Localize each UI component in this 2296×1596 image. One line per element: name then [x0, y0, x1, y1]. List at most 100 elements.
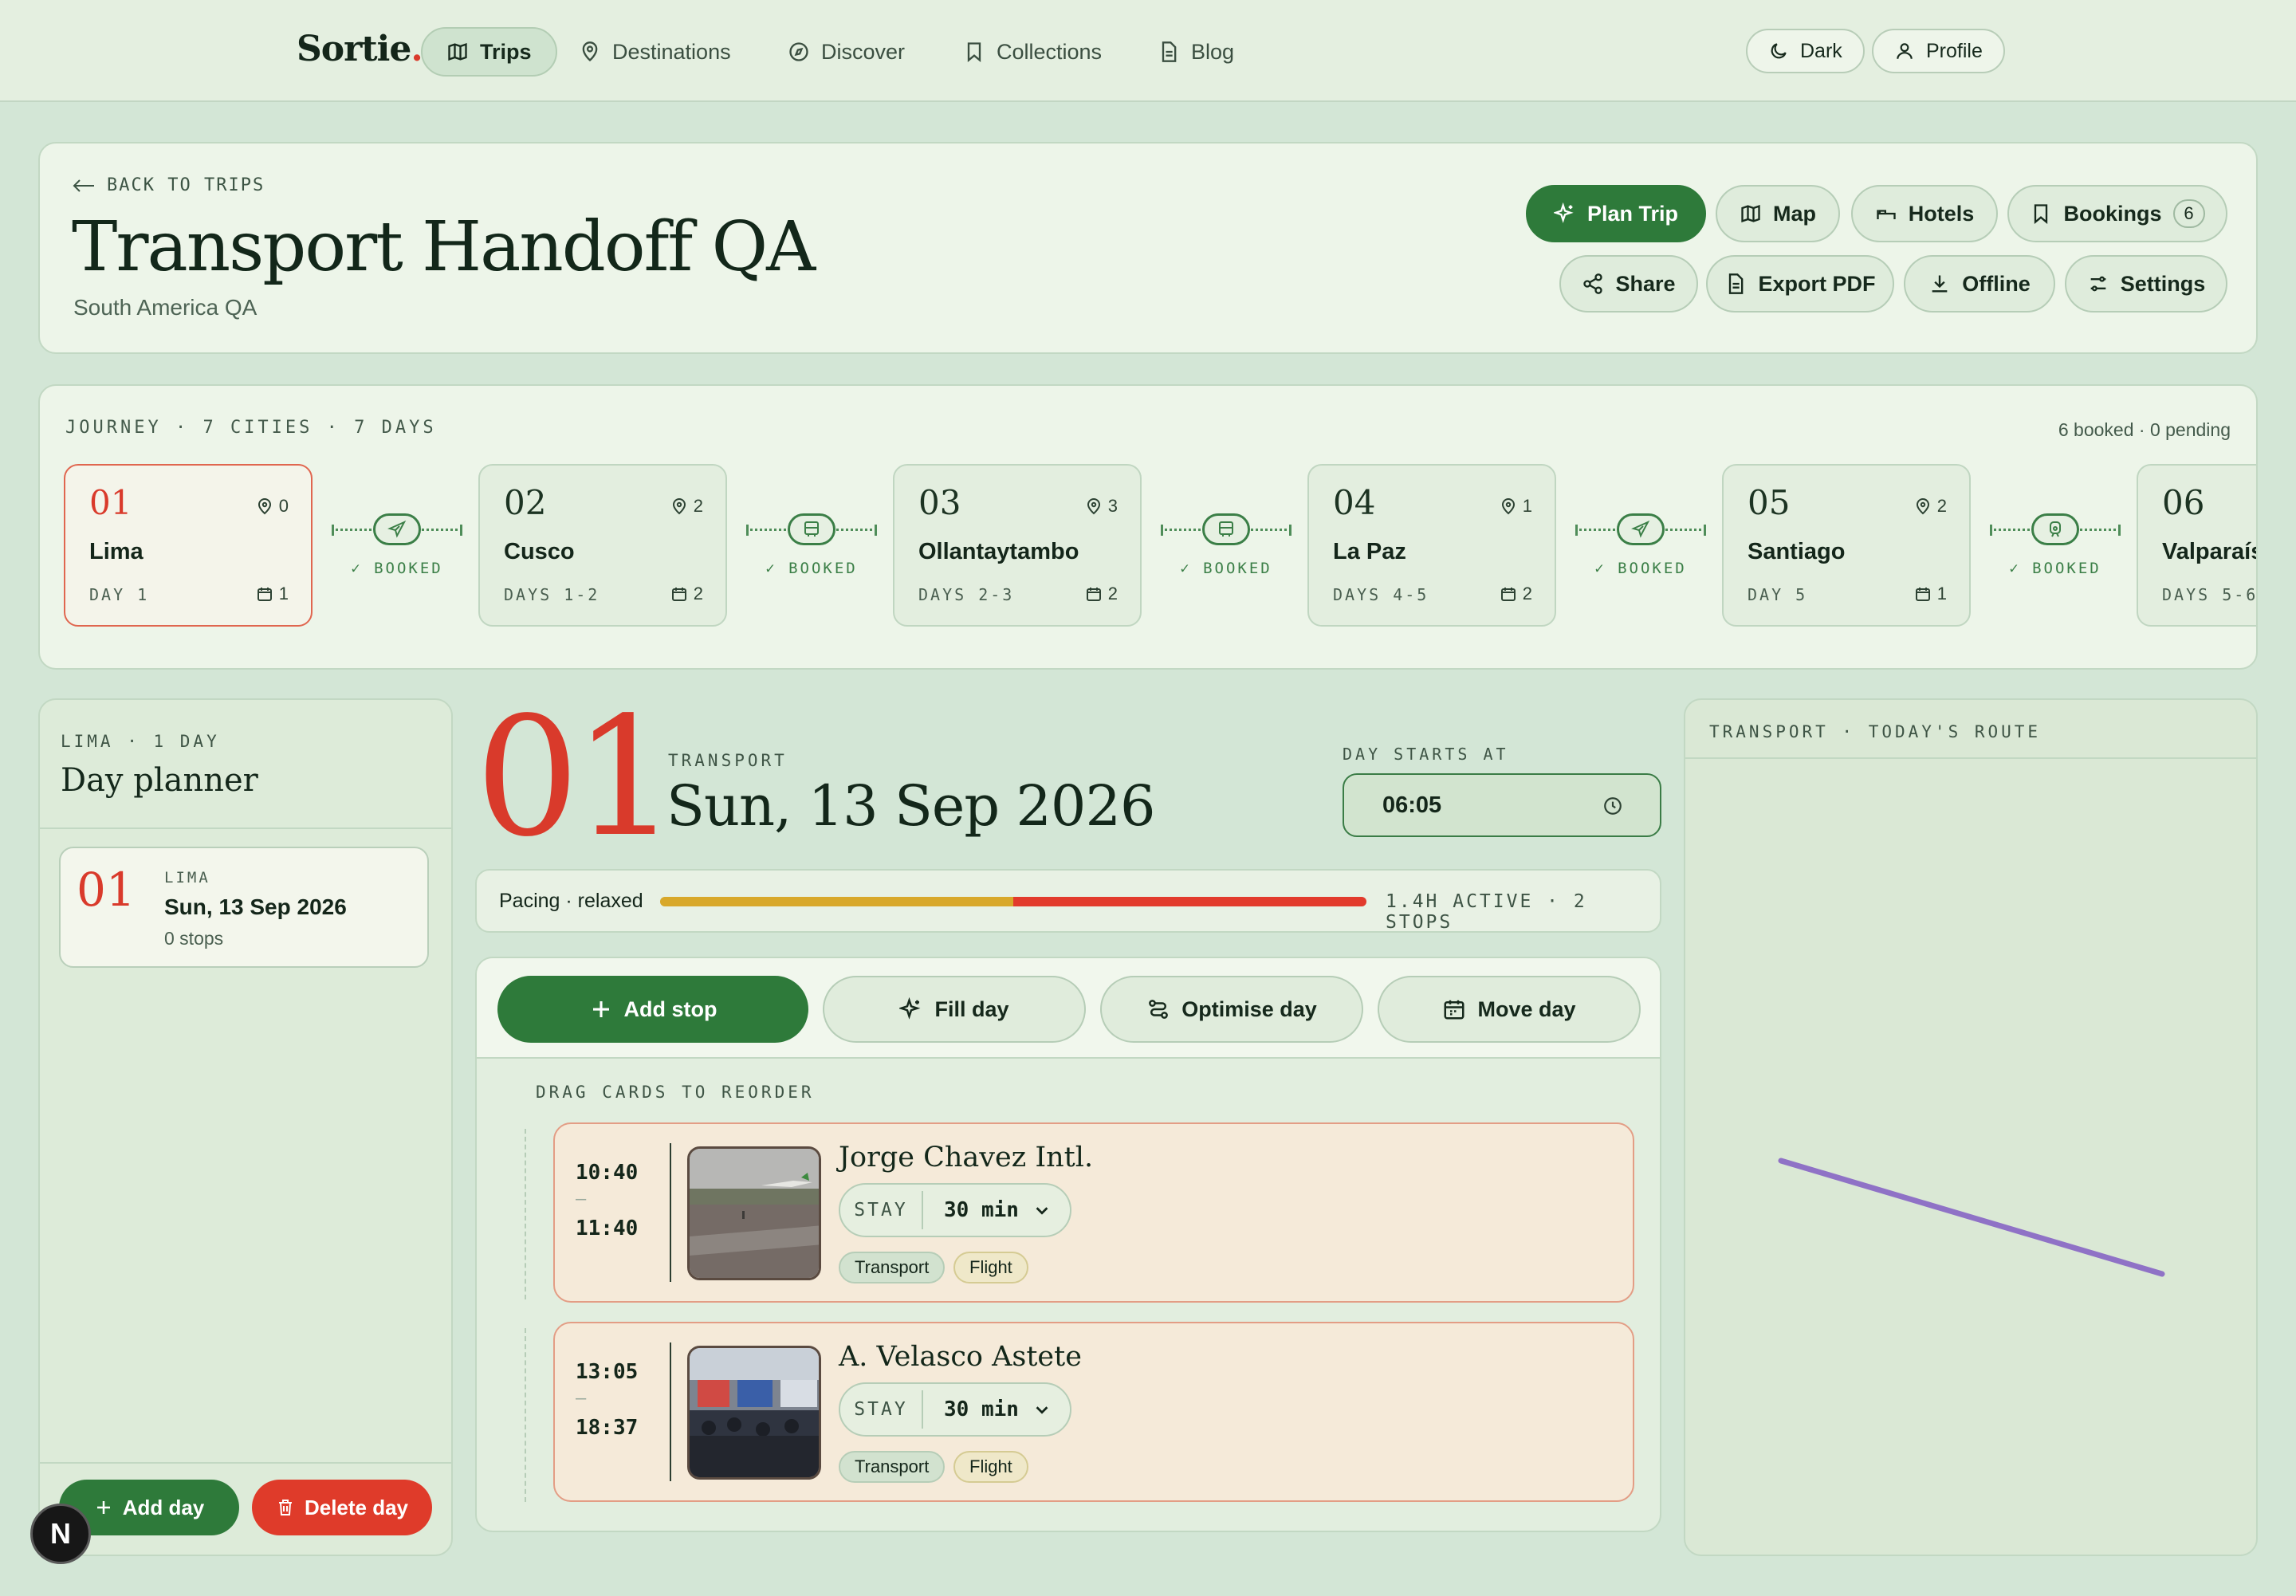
stay-duration-select[interactable]: STAY 30 min	[839, 1183, 1071, 1237]
city-pins-value: 2	[1936, 496, 1947, 516]
pin-icon	[671, 497, 687, 515]
offline-button[interactable]: Offline	[1904, 255, 2055, 313]
stop-name: A. Velasco Astete	[839, 1341, 1082, 1373]
pacing-stats: 1.4H ACTIVE · 2 STOPS	[1386, 891, 1587, 933]
pacing-label: Pacing · relaxed	[499, 890, 643, 912]
dark-mode-label: Dark	[1800, 39, 1842, 62]
city-card-ollantaytambo[interactable]: 03 3 Ollantaytambo DAYS 2-3 2	[893, 464, 1142, 627]
pin-icon	[1500, 497, 1516, 515]
sparkle-icon	[1553, 202, 1576, 225]
document-icon	[1724, 273, 1747, 295]
delete-day-label: Delete day	[304, 1495, 409, 1519]
airport-runway-photo	[687, 1146, 821, 1280]
settings-label: Settings	[2120, 271, 2206, 296]
pacing-segment	[1013, 897, 1366, 906]
city-pins-value: 3	[1107, 496, 1118, 516]
bookings-button[interactable]: Bookings 6	[2007, 185, 2227, 242]
share-button[interactable]: Share	[1559, 255, 1698, 313]
stay-label: STAY	[840, 1191, 923, 1229]
nav-collections-label: Collections	[997, 39, 1103, 64]
connector-endcap	[1704, 525, 1706, 536]
pin-icon	[579, 41, 601, 63]
day-number-display: 01	[475, 682, 678, 873]
move-day-button[interactable]: Move day	[1378, 976, 1641, 1043]
day-starts-label: DAY STARTS AT	[1343, 745, 1509, 764]
transport-connector[interactable]: ✓ BOOKED	[1161, 464, 1292, 627]
dev-tools-badge[interactable]: N	[30, 1504, 91, 1564]
stop-card[interactable]: 13:05 — 18:37 A. Velasco Astete STAY 30 …	[553, 1322, 1634, 1502]
pin-icon	[1086, 497, 1102, 515]
city-cal-value: 2	[693, 584, 703, 603]
journey-strip: JOURNEY · 7 CITIES · 7 DAYS 6 booked · 0…	[38, 384, 2258, 670]
bookings-label: Bookings	[2063, 201, 2162, 226]
sortie-logo[interactable]: Sortie.	[297, 29, 423, 69]
connector-endcap	[746, 525, 749, 536]
stop-time-range: 13:05 — 18:37	[576, 1362, 638, 1438]
transport-connector[interactable]: ✓ BOOKED	[1990, 464, 2121, 627]
nav-collections[interactable]: Collections	[939, 27, 1126, 77]
city-card-la-paz[interactable]: 04 1 La Paz DAYS 4-5 2	[1307, 464, 1556, 627]
day-start-time-input[interactable]: 06:05	[1343, 773, 1661, 837]
stop-card[interactable]: 10:40 — 11:40 Jorge Chavez Intl. STAY 30…	[553, 1122, 1634, 1303]
nav-discover[interactable]: Discover	[764, 27, 929, 77]
day-date-heading: Sun, 13 Sep 2026	[666, 773, 1156, 839]
delete-day-button[interactable]: Delete day	[252, 1480, 432, 1535]
city-number: 03	[918, 483, 961, 522]
city-card-santiago[interactable]: 05 2 Santiago DAY 5 1	[1722, 464, 1971, 627]
train-icon	[2031, 513, 2079, 545]
profile-label: Profile	[1926, 39, 1983, 62]
plan-trip-button[interactable]: Plan Trip	[1526, 185, 1706, 242]
city-days: DAY 5	[1748, 585, 1808, 604]
hotels-button[interactable]: Hotels	[1851, 185, 1998, 242]
city-stop-count: 1	[1500, 496, 1532, 517]
city-name: Valparaíso	[2162, 539, 2256, 564]
bookings-count-badge: 6	[2172, 199, 2205, 228]
fill-day-button[interactable]: Fill day	[823, 976, 1086, 1043]
chevron-down-icon	[1033, 1201, 1051, 1219]
city-stop-count: 0	[257, 496, 289, 517]
city-days: DAYS 2-3	[918, 585, 1015, 604]
map-button[interactable]: Map	[1716, 185, 1840, 242]
bus-icon	[788, 513, 835, 545]
city-card-cusco[interactable]: 02 2 Cusco DAYS 1-2 2	[478, 464, 727, 627]
hotels-label: Hotels	[1908, 201, 1975, 226]
settings-button[interactable]: Settings	[2065, 255, 2227, 313]
timeline-rail	[525, 1328, 526, 1502]
bed-icon	[1875, 202, 1897, 225]
add-stop-button[interactable]: Add stop	[497, 976, 808, 1043]
moon-icon	[1768, 41, 1789, 61]
tag-flight: Flight	[953, 1252, 1028, 1283]
optimise-day-button[interactable]: Optimise day	[1100, 976, 1363, 1043]
back-to-trips-link[interactable]: BACK TO TRIPS	[72, 175, 265, 195]
dark-mode-button[interactable]: Dark	[1746, 29, 1865, 73]
connector-endcap	[332, 525, 334, 536]
stay-value: 30 min	[923, 1198, 1051, 1222]
city-name: Cusco	[504, 539, 575, 564]
nav-blog-label: Blog	[1191, 39, 1235, 64]
export-pdf-button[interactable]: Export PDF	[1706, 255, 1894, 313]
divider	[40, 827, 451, 829]
page-title: Transport Handoff QA	[72, 207, 816, 287]
city-card-lima[interactable]: 01 0 Lima DAY 1 1	[64, 464, 313, 627]
day-list-item[interactable]: 01 LIMA Sun, 13 Sep 2026 0 stops	[59, 847, 429, 968]
share-icon	[1582, 273, 1604, 295]
transport-connector[interactable]: ✓ BOOKED	[332, 464, 462, 627]
bus-icon	[1202, 513, 1250, 545]
city-card-valparaiso[interactable]: 06 Valparaíso DAYS 5-6	[2137, 464, 2256, 627]
transport-connector[interactable]: ✓ BOOKED	[746, 464, 877, 627]
nav-blog[interactable]: Blog	[1134, 27, 1258, 77]
stay-value: 30 min	[923, 1397, 1051, 1421]
city-number: 05	[1748, 483, 1791, 522]
divider	[670, 1143, 671, 1282]
profile-button[interactable]: Profile	[1872, 29, 2005, 73]
share-label: Share	[1615, 271, 1676, 296]
pin-icon	[257, 497, 273, 515]
route-map[interactable]	[1685, 759, 2256, 1555]
city-days: DAYS 4-5	[1333, 585, 1429, 604]
city-pins-value: 0	[278, 496, 289, 516]
stay-duration-select[interactable]: STAY 30 min	[839, 1382, 1071, 1437]
nav-destinations[interactable]: Destinations	[555, 27, 755, 77]
transport-connector[interactable]: ✓ BOOKED	[1575, 464, 1706, 627]
nav-destinations-label: Destinations	[612, 39, 731, 64]
nav-trips[interactable]: Trips	[421, 27, 557, 77]
